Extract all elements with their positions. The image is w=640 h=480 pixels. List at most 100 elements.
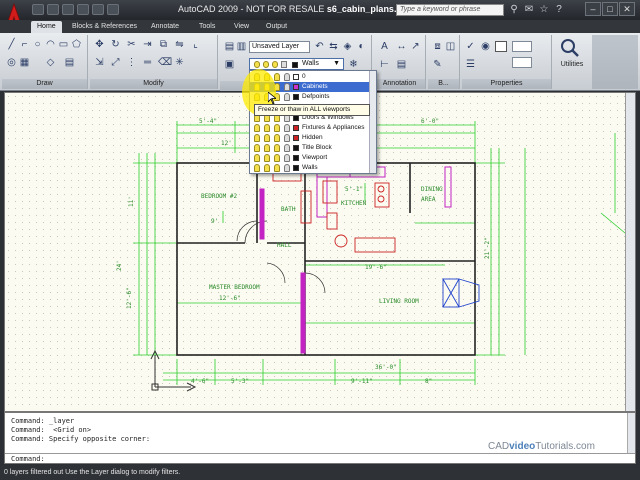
redo-icon[interactable]: [92, 4, 104, 15]
hatch-icon[interactable]: ▦: [19, 57, 30, 68]
layer-isolate-icon[interactable]: ◈: [342, 41, 353, 52]
sun-icon[interactable]: [264, 134, 270, 142]
close-button[interactable]: ✕: [619, 2, 635, 16]
dimstyle-icon[interactable]: ⊢: [379, 59, 390, 70]
rectangle-icon[interactable]: ▭: [58, 39, 69, 50]
lock-icon[interactable]: [284, 83, 290, 91]
measure-icon[interactable]: [560, 38, 580, 58]
lock-icon[interactable]: [284, 164, 290, 172]
tab-output[interactable]: Output: [260, 21, 293, 33]
lock-icon[interactable]: [284, 134, 290, 142]
tab-view[interactable]: View: [228, 21, 255, 33]
current-layer-combo[interactable]: Walls ▼: [249, 58, 344, 70]
lock-icon[interactable]: [284, 124, 290, 132]
viewport-sun-icon[interactable]: [274, 124, 280, 132]
scale-icon[interactable]: ⤢: [110, 57, 121, 68]
lineweight-combo[interactable]: [512, 57, 532, 68]
chevron-down-icon[interactable]: ▼: [333, 59, 340, 69]
viewport-sun-icon[interactable]: [274, 134, 280, 142]
bulb-icon[interactable]: [254, 144, 260, 152]
linetype-combo[interactable]: [512, 41, 532, 52]
list-icon[interactable]: ☰: [465, 59, 476, 70]
ellipse-icon[interactable]: ◎: [6, 57, 17, 68]
lock-icon[interactable]: [284, 144, 290, 152]
bulb-icon[interactable]: [254, 124, 260, 132]
favorites-icon[interactable]: ☆: [538, 4, 550, 16]
layer-row[interactable]: Viewport: [250, 153, 376, 163]
region-icon[interactable]: ◇: [45, 57, 56, 68]
sun-icon[interactable]: [264, 154, 270, 162]
layer-off-icon[interactable]: ◐: [356, 41, 367, 52]
search-input[interactable]: Type a keyword or phrase: [396, 4, 504, 16]
layer-match-icon[interactable]: ⇆: [328, 41, 339, 52]
command-input[interactable]: Command:: [5, 453, 635, 464]
layer-freeze-icon[interactable]: ❄: [348, 59, 359, 70]
minimize-button[interactable]: –: [585, 2, 601, 16]
vertical-scrollbar[interactable]: [625, 93, 635, 411]
layer-state-combo[interactable]: Unsaved Layer: [249, 41, 310, 53]
layer-walk-icon[interactable]: ▣: [224, 59, 235, 70]
insert-block-icon[interactable]: ⧈: [432, 41, 443, 52]
offset-icon[interactable]: ═: [142, 57, 153, 68]
stretch-icon[interactable]: ⇲: [94, 57, 105, 68]
lock-icon[interactable]: [284, 73, 290, 81]
line-icon[interactable]: ╱: [6, 39, 17, 50]
undo-icon[interactable]: [77, 4, 89, 15]
help-icon[interactable]: ?: [553, 4, 565, 16]
mirror-icon[interactable]: ⇋: [174, 39, 185, 50]
maximize-button[interactable]: □: [602, 2, 618, 16]
rotate-icon[interactable]: ↻: [110, 39, 121, 50]
draw-panel-label[interactable]: Draw: [2, 79, 87, 89]
communication-icon[interactable]: ✉: [523, 4, 535, 16]
dimension-icon[interactable]: ↔: [396, 41, 407, 52]
lock-icon[interactable]: [284, 93, 290, 101]
viewport-sun-icon[interactable]: [274, 154, 280, 162]
tablestyle-icon[interactable]: ▤: [396, 59, 407, 70]
table-icon[interactable]: ▤: [64, 57, 75, 68]
save-icon[interactable]: [62, 4, 74, 15]
extend-icon[interactable]: ⇥: [142, 39, 153, 50]
utilities-label[interactable]: Utilities: [554, 61, 590, 68]
layer-row[interactable]: Hidden: [250, 133, 376, 143]
properties-panel-label[interactable]: Properties: [462, 79, 551, 89]
copy-icon[interactable]: ⧉: [158, 39, 169, 50]
viewport-sun-icon[interactable]: [274, 73, 280, 81]
bulb-icon[interactable]: [254, 164, 260, 172]
tab-home[interactable]: Home: [31, 21, 62, 33]
create-block-icon[interactable]: ◫: [445, 41, 456, 52]
search-icon[interactable]: ⚲: [508, 4, 520, 16]
layer-row[interactable]: Title Block: [250, 143, 376, 153]
layer-row[interactable]: Walls: [250, 163, 376, 173]
match-properties-icon[interactable]: ✓: [465, 41, 476, 52]
move-icon[interactable]: ✥: [94, 39, 105, 50]
sun-icon[interactable]: [264, 144, 270, 152]
explode-icon[interactable]: ✳: [174, 57, 185, 68]
circle-icon[interactable]: ○: [32, 39, 43, 50]
viewport-sun-icon[interactable]: [274, 164, 280, 172]
array-icon[interactable]: ⋮: [126, 57, 137, 68]
open-icon[interactable]: [47, 4, 59, 15]
lock-icon[interactable]: [284, 154, 290, 162]
annotation-panel-label[interactable]: Annotation: [374, 79, 425, 89]
sun-icon[interactable]: [264, 164, 270, 172]
sun-icon[interactable]: [264, 124, 270, 132]
layer-previous-icon[interactable]: ↶: [314, 41, 325, 52]
polyline-icon[interactable]: ⌐: [19, 39, 30, 50]
layer-properties-icon[interactable]: ▤: [224, 41, 235, 52]
color-wheel-icon[interactable]: ◉: [480, 41, 491, 52]
leader-icon[interactable]: ↗: [410, 41, 421, 52]
tab-tools[interactable]: Tools: [193, 21, 221, 33]
command-window[interactable]: Command: _layer Command: <Grid on> Comma…: [4, 412, 636, 464]
modify-panel-label[interactable]: Modify: [90, 79, 217, 89]
tab-annotate[interactable]: Annotate: [145, 21, 185, 33]
viewport-sun-icon[interactable]: [274, 144, 280, 152]
trim-icon[interactable]: ✂: [126, 39, 137, 50]
arc-icon[interactable]: ◠: [45, 39, 56, 50]
new-icon[interactable]: [32, 4, 44, 15]
layer-row[interactable]: Fixtures & Appliances: [250, 123, 376, 133]
bulb-icon[interactable]: [254, 134, 260, 142]
polygon-icon[interactable]: ⬠: [71, 39, 82, 50]
tab-blocks-references[interactable]: Blocks & References: [66, 21, 143, 33]
command-scrollbar[interactable]: [627, 413, 635, 453]
color-swatch[interactable]: [495, 41, 507, 52]
